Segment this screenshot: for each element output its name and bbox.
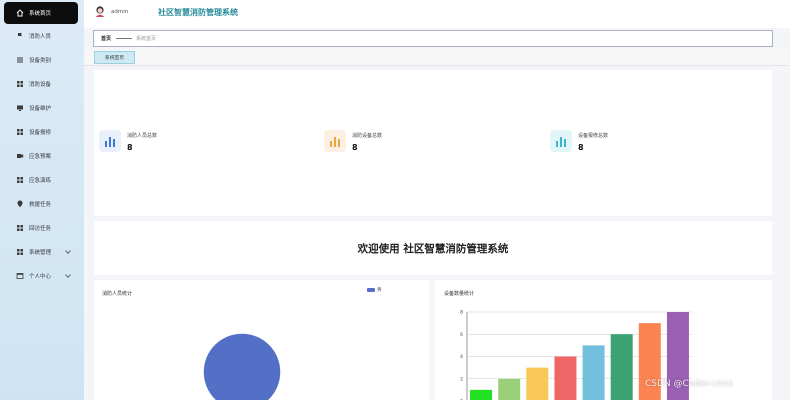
grid-icon [15,224,24,233]
sidebar-item-label: 应急演练 [29,178,52,184]
y-tick-label: 6 [460,332,463,338]
y-tick-label: 4 [460,354,463,360]
stat-label: 设备报修总数 [578,133,609,139]
stat-card-equipment: 消防设备总数 8 [324,130,382,152]
sidebar-item-10[interactable]: 系统管理 [0,241,84,263]
sidebar-item-label: 设备报修 [29,130,52,136]
sidebar-item-11[interactable]: 个人中心 [0,265,84,287]
pie-chart[interactable] [195,325,290,400]
bar-1[interactable] [498,378,521,400]
stat-label: 消防人员总数 [127,133,158,139]
pin-icon [15,200,24,209]
stat-label: 消防设备总数 [352,133,383,139]
stat-value: 8 [127,143,133,152]
sidebar-item-label: 消防人员 [29,34,52,40]
tab-home[interactable]: 系统首页 [94,51,135,64]
app-title: 社区智慧消防管理系统 [158,8,238,17]
sidebar-item-label: 设备类别 [29,58,52,64]
window-icon [15,272,24,281]
home-icon [15,9,24,18]
sidebar-item-label: 系统管理 [29,250,52,256]
bar-chart-icon [324,130,346,152]
grid-icon [15,128,24,137]
bar-5[interactable] [610,334,633,400]
sidebar-item-label: 应急预案 [29,154,52,160]
stats-panel [94,70,772,216]
breadcrumb-separator [116,38,133,39]
sidebar-item-0[interactable]: 系统首页 [4,2,78,24]
sidebar-item-2[interactable]: 设备类别 [0,49,84,71]
sidebar-item-label: 系统首页 [29,11,52,17]
sidebar: 系统首页消防人员设备类别消防设备设备维护设备报修应急预案应急演练救援任务回访任务… [0,0,84,400]
list-icon [15,56,24,65]
pie-chart-title: 消防人员统计 [102,291,133,297]
welcome-heading: 欢迎使用 社区智慧消防管理系统 [357,243,509,255]
legend-swatch [367,288,375,292]
breadcrumb: 首页 系统首页 [93,30,773,47]
bar-chart-icon [99,130,121,152]
sidebar-item-3[interactable]: 消防设备 [0,73,84,95]
chevron-down-icon [65,272,71,278]
bar-4[interactable] [582,345,605,400]
grid-icon [15,248,24,257]
pie-slice[interactable] [203,333,281,400]
monitor-icon [15,104,24,113]
bar-chart-title: 设备数量统计 [444,291,475,297]
sidebar-item-label: 消防设备 [29,82,52,88]
sidebar-item-7[interactable]: 应急演练 [0,169,84,191]
sidebar-item-1[interactable]: 消防人员 [0,25,84,47]
grid-icon [15,176,24,185]
bar-chart-icon [550,130,572,152]
sidebar-item-label: 回访任务 [29,226,52,232]
flag-icon [15,32,24,41]
avatar[interactable] [95,6,105,17]
legend-label: 男 [377,288,382,293]
bar-2[interactable] [526,367,549,400]
breadcrumb-home-link[interactable]: 首页 [101,35,111,42]
sidebar-item-8[interactable]: 救援任务 [0,193,84,215]
sidebar-item-label: 设备维护 [29,106,52,112]
admin-username[interactable]: admin [111,9,128,15]
y-tick-label: 2 [460,376,463,382]
stat-card-personnel: 消防人员总数 8 [99,130,157,152]
breadcrumb-current: 系统首页 [136,36,157,42]
camera-icon [15,152,24,161]
sidebar-item-5[interactable]: 设备报修 [0,121,84,143]
bar-3[interactable] [554,356,577,400]
sidebar-item-label: 个人中心 [29,274,52,280]
bar-0[interactable] [470,389,493,400]
sidebar-item-6[interactable]: 应急预案 [0,145,84,167]
sidebar-item-9[interactable]: 回访任务 [0,217,84,239]
stat-card-repairs: 设备报修总数 8 [550,130,608,152]
csdn-watermark: CSDN @Coder-coco [645,379,733,389]
stat-value: 8 [352,143,358,152]
chevron-down-icon [65,248,71,254]
tab-strip [84,50,790,66]
pie-legend[interactable]: 男 [367,287,382,293]
sidebar-item-4[interactable]: 设备维护 [0,97,84,119]
sidebar-item-label: 救援任务 [29,202,52,208]
grid-icon [15,80,24,89]
stat-value: 8 [578,143,584,152]
y-tick-label: 8 [460,310,463,316]
